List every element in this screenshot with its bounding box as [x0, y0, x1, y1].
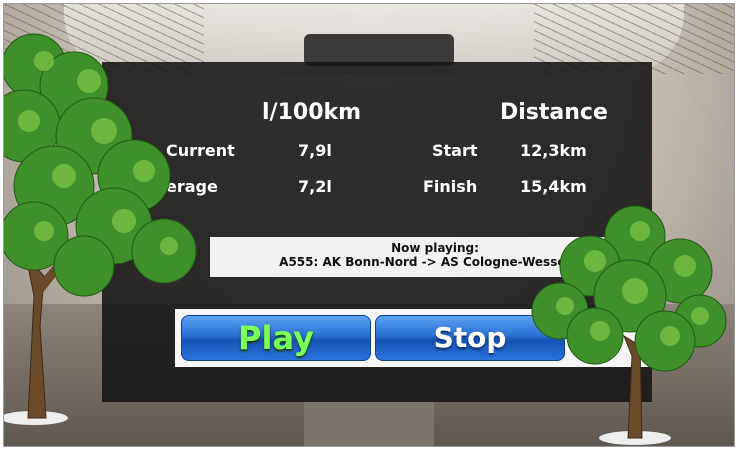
start-label: Start	[432, 141, 478, 160]
tree-left-icon	[4, 33, 197, 425]
start-distance-value: 12,3km	[520, 141, 587, 160]
finish-distance-value: 15,4km	[520, 177, 587, 196]
finish-label: Finish	[423, 177, 478, 196]
tree-right-icon	[531, 205, 727, 445]
fuel-header: l/100km	[262, 100, 362, 125]
current-consumption-value: 7,9l	[298, 141, 332, 160]
distance-header: Distance	[500, 100, 608, 125]
average-consumption-value: 7,2l	[298, 177, 332, 196]
app-screen: l/100km Distance Current 7,9l Start 12,3…	[3, 3, 735, 447]
